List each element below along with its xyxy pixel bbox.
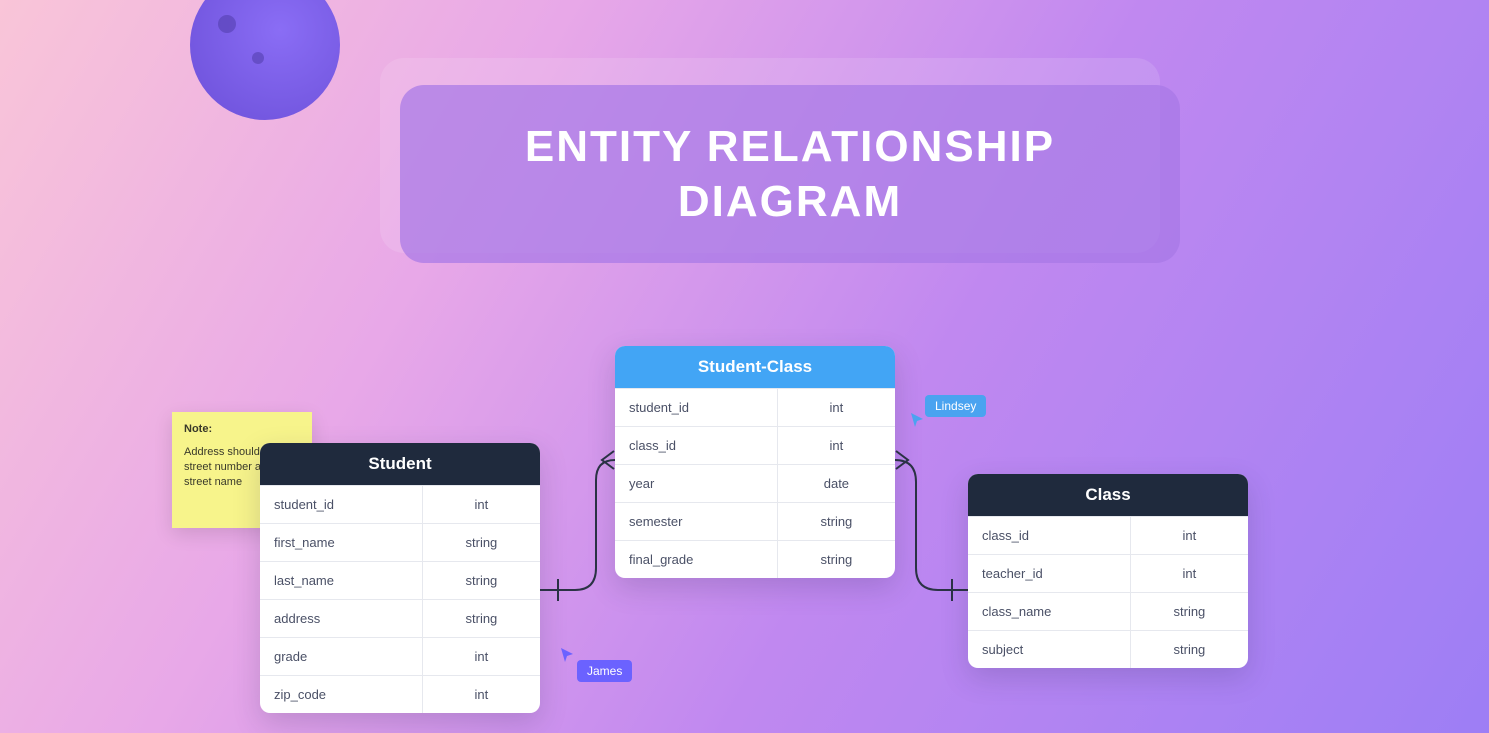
field-name: year (615, 465, 778, 502)
field-name: address (260, 600, 423, 637)
field-type: int (778, 389, 895, 426)
field-name: class_name (968, 593, 1131, 630)
entity-row: student_idint (260, 485, 540, 523)
entity-row: class_idint (968, 516, 1248, 554)
field-type: int (423, 676, 540, 713)
entity-row: teacher_idint (968, 554, 1248, 592)
entity-row: class_idint (615, 426, 895, 464)
field-name: class_id (615, 427, 778, 464)
entity-row: yeardate (615, 464, 895, 502)
entity-row: gradeint (260, 637, 540, 675)
field-name: grade (260, 638, 423, 675)
entity-row: first_namestring (260, 523, 540, 561)
field-name: subject (968, 631, 1131, 668)
field-type: int (1131, 517, 1248, 554)
collaborator-tag-james: James (577, 660, 632, 682)
field-type: int (423, 638, 540, 675)
field-name: class_id (968, 517, 1131, 554)
entity-header: Student (260, 443, 540, 485)
field-type: int (778, 427, 895, 464)
entity-row: subjectstring (968, 630, 1248, 668)
page-title: ENTITY RELATIONSHIP DIAGRAM (442, 119, 1138, 229)
field-type: string (778, 503, 895, 540)
entity-row: addressstring (260, 599, 540, 637)
planet-crater (252, 52, 264, 64)
entity-row: student_idint (615, 388, 895, 426)
field-type: date (778, 465, 895, 502)
planet-crater (218, 15, 236, 33)
field-name: student_id (260, 486, 423, 523)
collaborator-tag-lindsey: Lindsey (925, 395, 986, 417)
entity-row: last_namestring (260, 561, 540, 599)
field-type: string (423, 600, 540, 637)
field-type: string (1131, 631, 1248, 668)
field-type: int (1131, 555, 1248, 592)
sticky-note-label: Note: (184, 422, 300, 437)
field-type: string (423, 524, 540, 561)
field-name: teacher_id (968, 555, 1131, 592)
field-type: int (423, 486, 540, 523)
planet-decoration (190, 0, 340, 120)
title-card: ENTITY RELATIONSHIP DIAGRAM (400, 85, 1180, 263)
entity-row: class_namestring (968, 592, 1248, 630)
field-type: string (1131, 593, 1248, 630)
field-name: student_id (615, 389, 778, 426)
field-name: semester (615, 503, 778, 540)
field-type: string (778, 541, 895, 578)
entity-header: Student-Class (615, 346, 895, 388)
field-name: last_name (260, 562, 423, 599)
field-name: zip_code (260, 676, 423, 713)
field-name: final_grade (615, 541, 778, 578)
field-type: string (423, 562, 540, 599)
entity-student-class[interactable]: Student-Class student_idint class_idint … (615, 346, 895, 578)
entity-row: zip_codeint (260, 675, 540, 713)
entity-header: Class (968, 474, 1248, 516)
entity-row: final_gradestring (615, 540, 895, 578)
entity-student[interactable]: Student student_idint first_namestring l… (260, 443, 540, 713)
entity-row: semesterstring (615, 502, 895, 540)
field-name: first_name (260, 524, 423, 561)
entity-class[interactable]: Class class_idint teacher_idint class_na… (968, 474, 1248, 668)
